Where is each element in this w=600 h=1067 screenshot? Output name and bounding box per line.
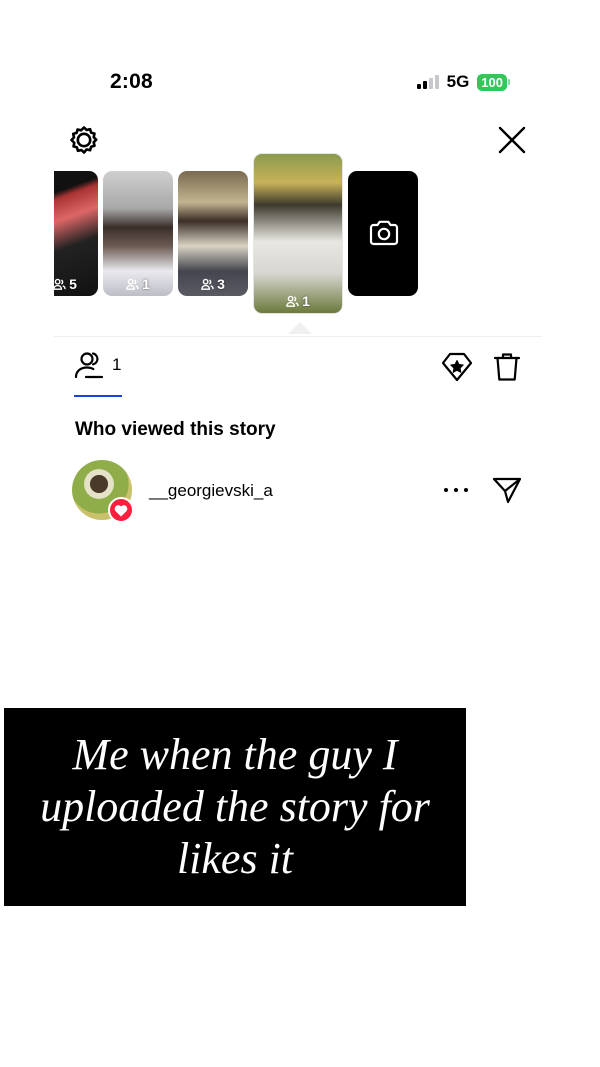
caption-text: Me when the guy I uploaded the story for… — [40, 730, 430, 883]
like-badge — [108, 497, 134, 523]
battery-level: 100 — [477, 73, 507, 91]
diamond-star-icon[interactable] — [441, 352, 473, 382]
send-message-icon[interactable] — [491, 474, 523, 506]
viewers-count: 1 — [112, 355, 122, 374]
viewers-icon — [126, 278, 139, 290]
camera-icon — [369, 220, 399, 246]
viewer-list-item[interactable]: __georgievski_a — [72, 460, 532, 523]
tab-viewers[interactable]: 1 — [74, 350, 121, 380]
add-story-button[interactable] — [348, 171, 418, 296]
viewers-icon — [201, 278, 214, 290]
status-time: 2:08 — [110, 70, 153, 93]
dot — [464, 488, 468, 492]
dot — [444, 488, 448, 492]
more-options-button[interactable] — [444, 480, 468, 500]
story-thumbnail[interactable]: 3 — [178, 171, 248, 296]
story-thumbnail-selected[interactable]: 1 — [253, 153, 343, 314]
battery-icon: 100 — [477, 73, 510, 91]
active-tab-indicator — [74, 395, 122, 397]
viewers-icon — [54, 278, 66, 290]
viewers-icon — [286, 295, 299, 307]
caption-banner: Me when the guy I uploaded the story for… — [4, 708, 466, 906]
viewer-username[interactable]: __georgievski_a — [149, 481, 273, 501]
section-title: Who viewed this story — [75, 419, 276, 440]
selected-story-pointer — [288, 322, 312, 334]
heart-icon — [114, 504, 128, 516]
story-thumbnail[interactable]: 1 — [103, 171, 173, 296]
close-icon[interactable] — [496, 124, 528, 156]
trash-icon[interactable] — [493, 352, 521, 382]
status-indicators: 5G 100 — [416, 72, 510, 92]
story-strip[interactable]: 5 1 3 1 — [54, 153, 424, 315]
divider — [54, 336, 542, 337]
viewers-icon — [74, 352, 104, 379]
story-thumbnail[interactable]: 5 — [54, 171, 98, 296]
network-type: 5G — [446, 72, 470, 91]
gear-icon[interactable] — [68, 124, 100, 156]
viewer-count: 5 — [54, 276, 98, 292]
viewer-count: 1 — [254, 293, 342, 309]
viewer-count: 1 — [103, 276, 173, 292]
signal-icon — [416, 75, 439, 89]
viewer-count: 3 — [178, 276, 248, 292]
dot — [454, 488, 458, 492]
